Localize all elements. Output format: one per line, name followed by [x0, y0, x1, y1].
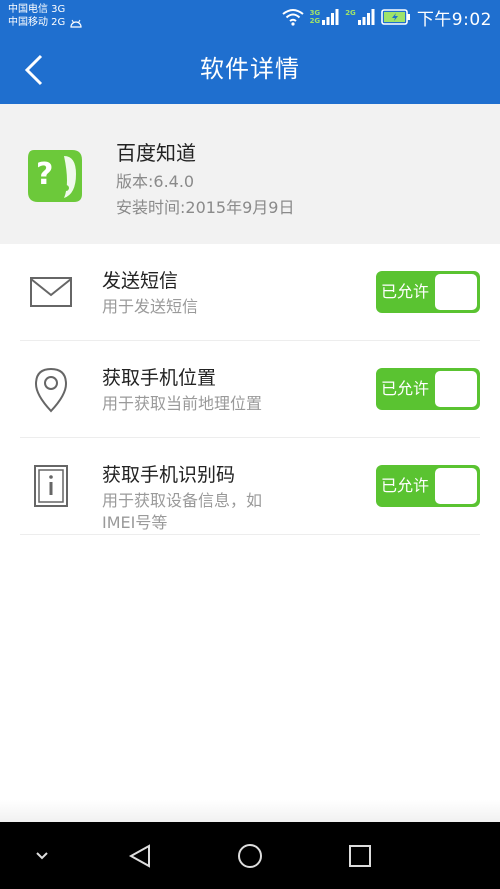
- android-icon: [70, 19, 82, 28]
- app-version: 版本:6.4.0: [116, 172, 195, 191]
- bottom-fade: [0, 800, 500, 822]
- navigation-bar: [0, 822, 500, 889]
- carrier-1: 中国电信 3G: [8, 4, 66, 15]
- permission-desc: 用于获取设备信息，如IMEI号等: [102, 491, 263, 532]
- recents-square-icon: [349, 845, 371, 867]
- permission-title: 获取手机识别码: [102, 464, 236, 486]
- wifi-icon: [281, 9, 304, 26]
- app-icon: ?: [28, 150, 82, 202]
- permission-desc: 用于获取当前地理位置: [102, 394, 263, 413]
- svg-text:?: ?: [36, 157, 53, 192]
- signal-strength-icon-2: [357, 9, 375, 25]
- location-pin-icon: [34, 367, 68, 413]
- toggle-status-label: 已允许: [381, 476, 430, 495]
- permission-title: 获取手机位置: [102, 367, 217, 389]
- carrier-2: 中国移动 2G: [8, 17, 66, 28]
- envelope-icon: [30, 277, 72, 307]
- toggle-status-label: 已允许: [381, 282, 430, 301]
- net-type-3g: 3G: [309, 9, 321, 17]
- permission-item-sms: 发送短信 用于发送短信 已允许: [20, 244, 480, 341]
- status-bar: 中国电信 3G 中国移动 2G 3G 2G 2G 下午9:02: [0, 0, 500, 34]
- nav-home-button[interactable]: [230, 836, 270, 876]
- permission-title: 发送短信: [102, 270, 179, 292]
- nav-back-button[interactable]: [120, 836, 160, 876]
- toggle-knob: [435, 274, 477, 310]
- app-info-section: ? 百度知道 版本:6.4.0 安装时间:2015年9月9日: [0, 104, 500, 244]
- toggle-status-label: 已允许: [381, 379, 430, 398]
- permission-toggle-sms[interactable]: 已允许: [376, 271, 480, 313]
- app-name: 百度知道: [116, 141, 196, 165]
- device-info-icon: [34, 465, 68, 507]
- net-type-2g: 2G: [309, 17, 321, 25]
- toggle-knob: [435, 468, 477, 504]
- permission-item-location: 获取手机位置 用于获取当前地理位置 已允许: [20, 341, 480, 438]
- home-circle-icon: [238, 844, 262, 868]
- permission-desc: 用于发送短信: [102, 297, 199, 316]
- app-install-time: 安装时间:2015年9月9日: [116, 198, 295, 217]
- permission-toggle-device-id[interactable]: 已允许: [376, 465, 480, 507]
- hide-nav-button[interactable]: [22, 836, 62, 876]
- permission-toggle-location[interactable]: 已允许: [376, 368, 480, 410]
- toggle-knob: [435, 371, 477, 407]
- chevron-down-icon: [36, 852, 48, 860]
- nav-recents-button[interactable]: [340, 836, 380, 876]
- app-header: 软件详情: [0, 34, 500, 104]
- page-title: 软件详情: [200, 55, 300, 83]
- carrier-info: 中国电信 3G 中国移动 2G: [8, 3, 83, 29]
- battery-charging-icon: [381, 9, 410, 25]
- net-type-2g-second: 2G: [345, 9, 356, 17]
- clock: 下午9:02: [416, 9, 492, 30]
- permission-list: 发送短信 用于发送短信 已允许 获取手机位置 用于获取当前地理位置 已允许 获取…: [0, 244, 500, 535]
- permission-item-device-id: 获取手机识别码 用于获取设备信息，如IMEI号等 已允许: [20, 438, 480, 535]
- signal-strength-icon: [322, 9, 339, 25]
- back-triangle-icon: [128, 844, 150, 868]
